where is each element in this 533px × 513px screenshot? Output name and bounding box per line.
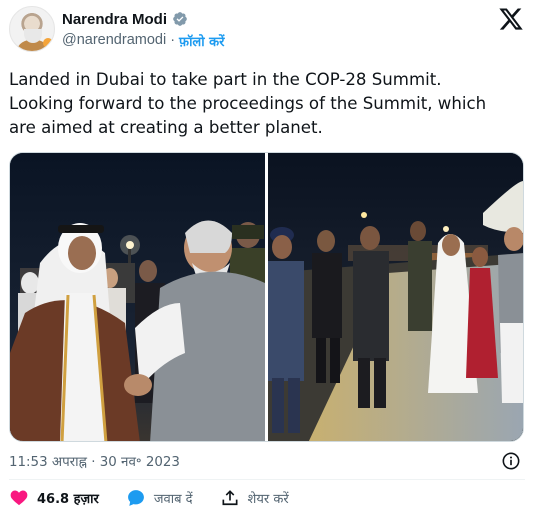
author-handle-row: @narendramodi · फ़ॉलो करें	[62, 32, 224, 50]
tweet-actions: 46.8 हज़ार जवाब दें शेयर करें	[9, 486, 525, 510]
verified-badge-icon	[173, 12, 187, 26]
tweet-text-line: Looking forward to the proceedings of th…	[9, 94, 487, 113]
tweet-header: Narendra Modi @narendramodi · फ़ॉलो करें	[0, 0, 533, 62]
reply-button[interactable]: जवाब दें	[126, 488, 193, 508]
share-upload-icon	[222, 490, 238, 506]
reply-label: जवाब दें	[153, 492, 193, 507]
like-button[interactable]: 46.8 हज़ार	[9, 488, 99, 508]
share-button[interactable]: शेयर करें	[220, 488, 289, 508]
tweet-photo-2[interactable]	[268, 153, 523, 441]
handle-separator: ·	[170, 32, 176, 48]
author-avatar[interactable]	[9, 6, 55, 52]
tweet-text-line: are aimed at creating a better planet.	[9, 118, 323, 137]
media-grid	[9, 152, 524, 442]
x-logo-icon[interactable]	[498, 6, 524, 32]
tweet-photo-1[interactable]	[10, 153, 265, 441]
actions-divider	[9, 479, 525, 480]
follow-button[interactable]: फ़ॉलो करें	[179, 32, 224, 50]
author-handle[interactable]: @narendramodi	[62, 32, 166, 50]
reply-bubble-icon	[127, 490, 144, 506]
author-name[interactable]: Narendra Modi	[62, 11, 167, 28]
tweet-text: Landed in Dubai to take part in the COP-…	[9, 68, 525, 140]
share-label: शेयर करें	[247, 492, 289, 507]
tweet-text-line: Landed in Dubai to take part in the COP-…	[9, 70, 442, 89]
tweet-meta: 11:53 अपराह्न · 30 नव॰ 2023	[9, 450, 525, 472]
tweet-timestamp[interactable]: 11:53 अपराह्न · 30 नव॰ 2023	[9, 452, 180, 470]
info-icon[interactable]	[501, 451, 521, 471]
author-name-row: Narendra Modi	[62, 9, 188, 29]
like-count: 46.8 हज़ार	[37, 492, 99, 507]
heart-icon	[10, 490, 28, 506]
